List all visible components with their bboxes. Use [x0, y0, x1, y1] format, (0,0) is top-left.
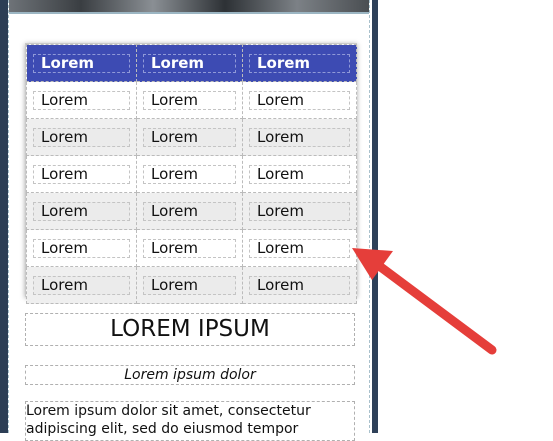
table-row: Lorem Lorem Lorem: [26, 81, 357, 119]
table-header-cell[interactable]: Lorem: [136, 44, 243, 82]
table-header-cell[interactable]: Lorem: [242, 44, 357, 82]
cell-text[interactable]: Lorem: [249, 201, 350, 221]
editor-right-edge: [372, 0, 378, 433]
data-table[interactable]: Lorem Lorem Lorem Lorem Lorem Lorem Lore…: [26, 44, 357, 304]
heading-block[interactable]: LOREM IPSUM: [25, 313, 355, 346]
cell-text[interactable]: Lorem: [249, 90, 350, 110]
table-row: Lorem Lorem Lorem: [26, 192, 357, 230]
table-cell[interactable]: Lorem: [136, 229, 243, 267]
cell-text[interactable]: Lorem: [143, 275, 236, 295]
table-row: Lorem Lorem Lorem: [26, 118, 357, 156]
hero-border: [9, 12, 369, 14]
table-cell[interactable]: Lorem: [242, 118, 357, 156]
cell-text[interactable]: Lorem: [249, 238, 350, 258]
table-row: Lorem Lorem Lorem: [26, 155, 357, 193]
editor-right-panel: [370, 0, 553, 433]
table-cell[interactable]: Lorem: [242, 266, 357, 304]
table-cell[interactable]: Lorem: [136, 192, 243, 230]
cell-text[interactable]: Lorem: [143, 164, 236, 184]
cell-text[interactable]: Lorem: [143, 90, 236, 110]
cell-text[interactable]: Lorem: [33, 201, 130, 221]
header-cell-text[interactable]: Lorem: [33, 53, 130, 73]
table-cell[interactable]: Lorem: [136, 81, 243, 119]
cell-text[interactable]: Lorem: [249, 275, 350, 295]
cell-text[interactable]: Lorem: [33, 275, 130, 295]
email-canvas: Lorem Lorem Lorem Lorem Lorem Lorem Lore…: [8, 0, 370, 441]
cell-text[interactable]: Lorem: [249, 164, 350, 184]
table-cell[interactable]: Lorem: [26, 229, 137, 267]
table-cell[interactable]: Lorem: [242, 155, 357, 193]
cell-text[interactable]: Lorem: [33, 164, 130, 184]
cell-text[interactable]: Lorem: [33, 90, 130, 110]
cell-text[interactable]: Lorem: [143, 127, 236, 147]
cell-text[interactable]: Lorem: [143, 238, 236, 258]
table-header-cell[interactable]: Lorem: [26, 44, 137, 82]
header-cell-text[interactable]: Lorem: [143, 53, 236, 73]
cell-text[interactable]: Lorem: [143, 201, 236, 221]
editor-left-edge: [0, 0, 8, 433]
table-cell[interactable]: Lorem: [26, 155, 137, 193]
table-row: Lorem Lorem Lorem: [26, 266, 357, 304]
cell-text[interactable]: Lorem: [249, 127, 350, 147]
table-cell[interactable]: Lorem: [26, 81, 137, 119]
table-row: Lorem Lorem Lorem: [26, 229, 357, 267]
table-cell[interactable]: Lorem: [26, 266, 137, 304]
table-header-row: Lorem Lorem Lorem: [26, 44, 357, 82]
table-cell[interactable]: Lorem: [136, 266, 243, 304]
table-cell[interactable]: Lorem: [242, 81, 357, 119]
table-cell[interactable]: Lorem: [26, 118, 137, 156]
table-cell[interactable]: Lorem: [136, 155, 243, 193]
table-cell[interactable]: Lorem: [242, 229, 357, 267]
table-cell[interactable]: Lorem: [26, 192, 137, 230]
cell-text[interactable]: Lorem: [33, 127, 130, 147]
subheading-block[interactable]: Lorem ipsum dolor: [25, 365, 355, 385]
paragraph-block[interactable]: Lorem ipsum dolor sit amet, consectetur …: [25, 401, 355, 441]
table-block[interactable]: Lorem Lorem Lorem Lorem Lorem Lorem Lore…: [25, 43, 357, 304]
header-cell-text[interactable]: Lorem: [249, 53, 350, 73]
table-cell[interactable]: Lorem: [242, 192, 357, 230]
cell-text[interactable]: Lorem: [33, 238, 130, 258]
hero-image[interactable]: [9, 0, 369, 12]
table-cell[interactable]: Lorem: [136, 118, 243, 156]
